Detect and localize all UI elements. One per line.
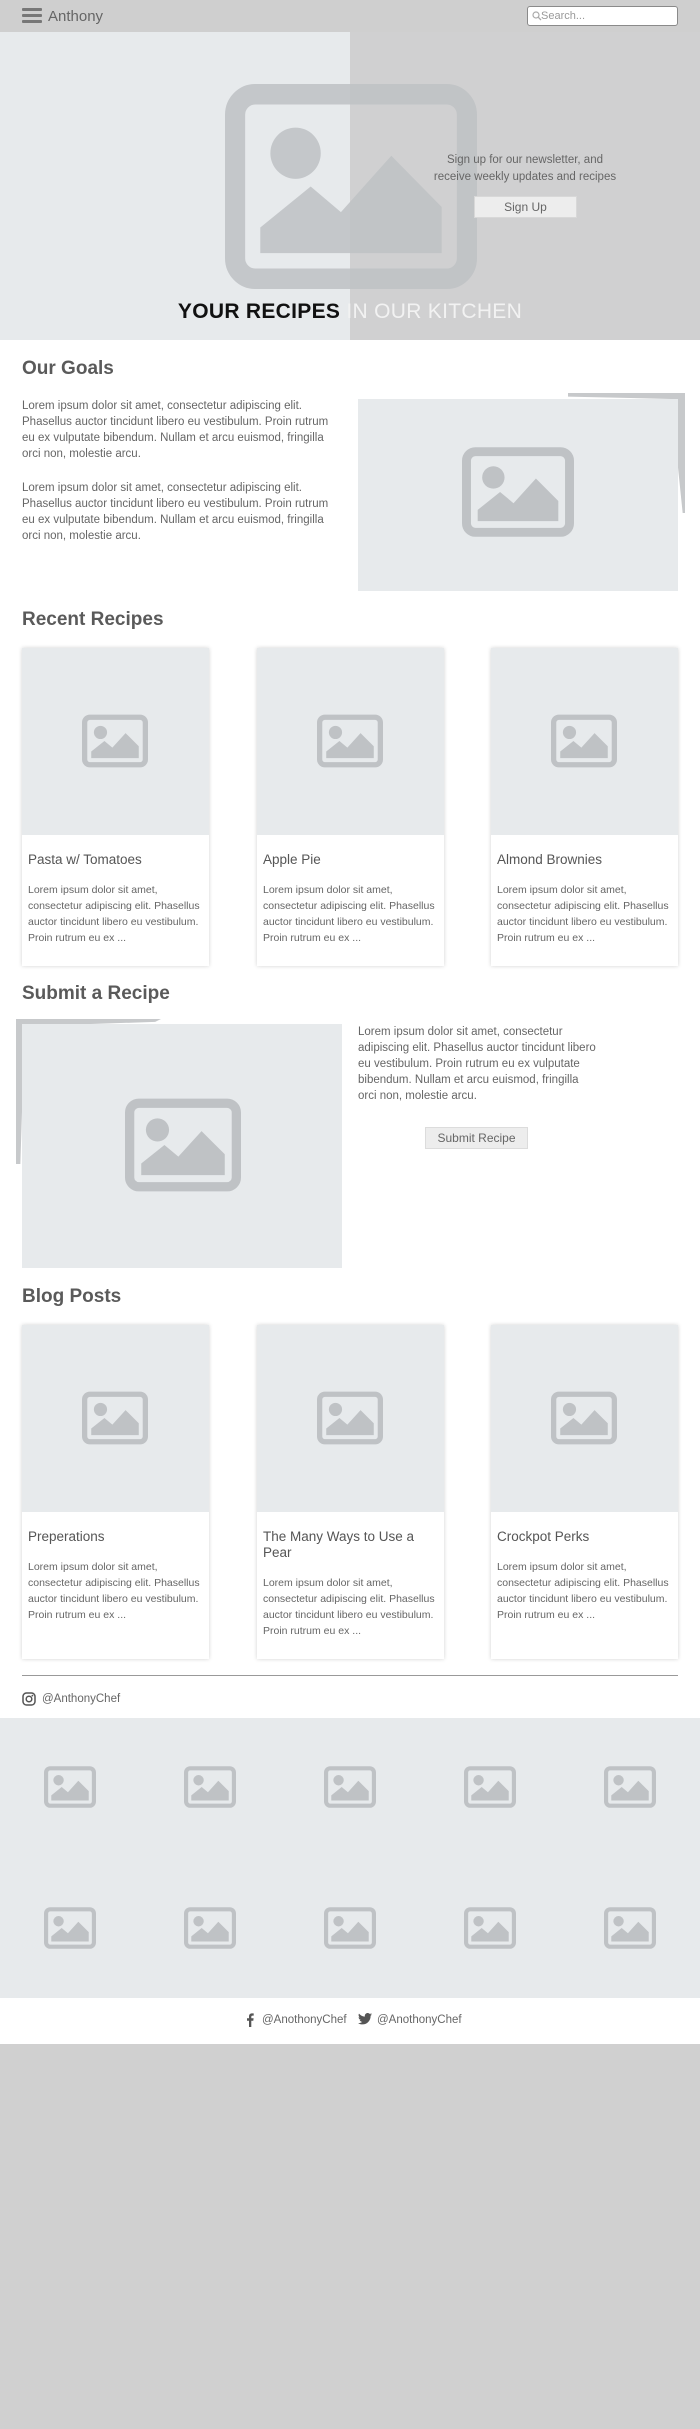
- hamburger-menu-icon[interactable]: [22, 6, 42, 26]
- submit-text: Lorem ipsum dolor sit amet, consectetur …: [358, 1026, 596, 1102]
- gallery-image-icon[interactable]: [184, 1907, 236, 1949]
- blog-card[interactable]: The Many Ways to Use a Pear Lorem ipsum …: [257, 1325, 444, 1659]
- blog-card-image: [491, 1325, 678, 1512]
- blog-card-image: [22, 1325, 209, 1512]
- recipe-card-title[interactable]: Apple Pie: [263, 852, 438, 868]
- facebook-icon: [247, 2013, 254, 2027]
- image-placeholder-icon: [317, 1391, 383, 1445]
- gallery-image-icon[interactable]: [44, 1907, 96, 1949]
- facebook-handle-text[interactable]: @AnothonyChef: [262, 2014, 347, 2026]
- hero-image-placeholder-icon: [225, 84, 477, 289]
- submit-recipe-heading: Submit a Recipe: [22, 983, 170, 1004]
- instagram-gallery: [0, 1718, 700, 1998]
- gallery-image-icon[interactable]: [464, 1766, 516, 1808]
- instagram-icon: [22, 1692, 36, 1706]
- goals-paragraph-2: Lorem ipsum dolor sit amet, consectetur …: [22, 482, 329, 542]
- blog-card-text: Lorem ipsum dolor sit amet, consectetur …: [497, 1561, 669, 1621]
- recipe-card-image: [491, 648, 678, 835]
- gallery-image-icon[interactable]: [184, 1766, 236, 1808]
- goals-paragraph-1: Lorem ipsum dolor sit amet, consectetur …: [22, 400, 329, 460]
- hero-title: YOUR RECIPES IN OUR KITCHEN: [0, 300, 700, 324]
- recipe-card[interactable]: Apple Pie Lorem ipsum dolor sit amet, co…: [257, 648, 444, 966]
- image-placeholder-icon: [317, 714, 383, 768]
- brand-name[interactable]: Anthony: [48, 8, 103, 25]
- hero-banner: Sign up for our newsletter, and receive …: [0, 32, 700, 340]
- hero-title-secondary: IN OUR KITCHEN: [346, 300, 523, 323]
- recipe-card-text: Lorem ipsum dolor sit amet, consectetur …: [263, 884, 435, 944]
- image-placeholder-icon: [551, 1391, 617, 1445]
- gallery-image-icon[interactable]: [44, 1766, 96, 1808]
- submit-image: [22, 1024, 342, 1268]
- recent-recipes-heading: Recent Recipes: [22, 609, 164, 630]
- submit-recipe-button[interactable]: Submit Recipe: [425, 1127, 528, 1149]
- twitter-icon: [358, 2013, 372, 2025]
- gallery-image-icon[interactable]: [324, 1907, 376, 1949]
- page-bottom-background: [0, 2044, 700, 2429]
- twitter-link[interactable]: @AnothonyChef: [358, 2013, 462, 2029]
- search-box[interactable]: [527, 6, 678, 26]
- gallery-image-icon[interactable]: [324, 1766, 376, 1808]
- blog-card-image: [257, 1325, 444, 1512]
- top-navbar: Anthony: [0, 0, 700, 32]
- blog-card-title[interactable]: The Many Ways to Use a Pear: [263, 1529, 438, 1561]
- gallery-image-icon[interactable]: [604, 1907, 656, 1949]
- recipe-card-title[interactable]: Pasta w/ Tomatoes: [28, 852, 203, 868]
- instagram-handle-text[interactable]: @AnthonyChef: [42, 1693, 120, 1705]
- newsletter-text: Sign up for our newsletter, and receive …: [433, 154, 617, 183]
- recipe-card-title[interactable]: Almond Brownies: [497, 852, 672, 868]
- search-input[interactable]: [541, 8, 675, 24]
- main-content: Our Goals Lorem ipsum dolor sit amet, co…: [0, 340, 700, 1718]
- twitter-handle-text[interactable]: @AnothonyChef: [377, 2014, 462, 2026]
- blog-card-title[interactable]: Crockpot Perks: [497, 1529, 672, 1545]
- section-divider: [22, 1675, 678, 1676]
- recipe-card[interactable]: Pasta w/ Tomatoes Lorem ipsum dolor sit …: [22, 648, 209, 966]
- blog-posts-heading: Blog Posts: [22, 1286, 122, 1307]
- gallery-image-icon[interactable]: [604, 1766, 656, 1808]
- goals-heading: Our Goals: [22, 358, 114, 379]
- blog-card[interactable]: Crockpot Perks Lorem ipsum dolor sit ame…: [491, 1325, 678, 1659]
- image-placeholder-icon: [125, 1098, 241, 1192]
- recipe-card-text: Lorem ipsum dolor sit amet, consectetur …: [497, 884, 669, 944]
- blog-card-title[interactable]: Preperations: [28, 1529, 203, 1545]
- recipe-card-text: Lorem ipsum dolor sit amet, consectetur …: [28, 884, 200, 944]
- blog-card-text: Lorem ipsum dolor sit amet, consectetur …: [263, 1577, 435, 1637]
- facebook-link[interactable]: @AnothonyChef: [245, 2013, 347, 2029]
- image-placeholder-icon: [551, 714, 617, 768]
- recipe-card[interactable]: Almond Brownies Lorem ipsum dolor sit am…: [491, 648, 678, 966]
- sign-up-button[interactable]: Sign Up: [474, 196, 577, 218]
- recipe-card-image: [22, 648, 209, 835]
- image-placeholder-icon: [82, 714, 148, 768]
- footer: @AnothonyChef @AnothonyChef: [0, 1998, 700, 2044]
- recipe-card-image: [257, 648, 444, 835]
- blog-card-text: Lorem ipsum dolor sit amet, consectetur …: [28, 1561, 200, 1621]
- gallery-image-icon[interactable]: [464, 1907, 516, 1949]
- goals-image: [358, 399, 678, 591]
- image-placeholder-icon: [82, 1391, 148, 1445]
- image-placeholder-icon: [462, 447, 574, 537]
- blog-card[interactable]: Preperations Lorem ipsum dolor sit amet,…: [22, 1325, 209, 1659]
- hero-title-primary: YOUR RECIPES: [177, 300, 341, 323]
